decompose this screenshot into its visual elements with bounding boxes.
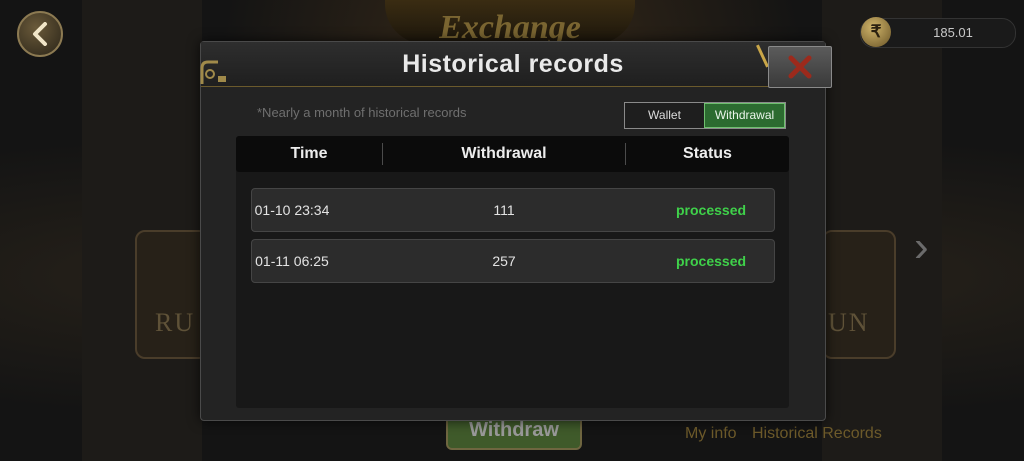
rupee-icon: ₹ <box>861 17 891 47</box>
history-period-note: *Nearly a month of historical records <box>257 105 467 120</box>
tab-wallet[interactable]: Wallet <box>625 103 704 128</box>
close-icon <box>788 55 812 79</box>
corner-ornament-icon <box>200 60 226 84</box>
close-button[interactable] <box>768 46 832 88</box>
table-row: 01-11 06:25 257 processed <box>251 239 775 283</box>
column-header-status: Status <box>683 145 732 162</box>
row-amount: 257 <box>492 253 516 269</box>
record-type-toggle: Wallet Withdrawal <box>624 102 786 129</box>
records-table: Time Withdrawal Status 01-10 23:34 111 p… <box>236 136 789 408</box>
background-card-left <box>135 230 209 359</box>
tab-withdrawal[interactable]: Withdrawal <box>704 103 785 128</box>
historical-records-modal: Historical records *Nearly a month of hi… <box>200 41 832 421</box>
back-button[interactable] <box>17 11 63 57</box>
chevron-left-icon <box>33 22 47 46</box>
balance-display: ₹ 185.01 <box>860 17 1016 48</box>
row-time: 01-10 23:34 <box>254 202 330 218</box>
column-header-time: Time <box>290 145 328 162</box>
chevron-right-icon: › <box>914 222 929 271</box>
row-status: processed <box>676 253 747 269</box>
row-time: 01-11 06:25 <box>255 253 329 269</box>
balance-value: 185.01 <box>933 25 973 40</box>
table-row: 01-10 23:34 111 processed <box>251 188 775 232</box>
background-card-left-text: RU <box>155 308 196 337</box>
modal-title: Historical records <box>402 50 624 78</box>
background-card-right <box>822 230 896 359</box>
background-card-right-text: UN <box>828 308 870 337</box>
column-header-withdrawal: Withdrawal <box>461 145 547 162</box>
modal-header: Historical records <box>201 42 825 87</box>
historical-records-link[interactable]: Historical Records <box>752 425 882 443</box>
table-header: Time Withdrawal Status <box>236 136 789 172</box>
row-status: processed <box>676 202 747 218</box>
my-info-link[interactable]: My info <box>685 425 737 443</box>
background-logo: Exchange <box>385 0 635 44</box>
row-amount: 111 <box>493 202 515 218</box>
